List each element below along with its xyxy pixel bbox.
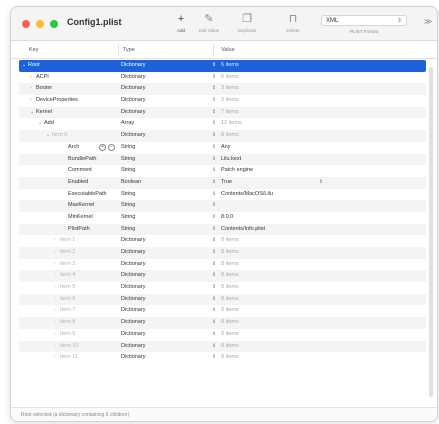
status-bar: Root selected (a dictionary containing 6…	[11, 407, 437, 421]
chevron-updown-icon[interactable]: ⇕	[212, 259, 216, 271]
chevron-updown-icon[interactable]: ⇕	[212, 72, 216, 84]
chevron-updown-icon[interactable]: ⇕	[212, 165, 216, 177]
edit-value-button[interactable]: ✎ Edit Value	[189, 13, 229, 33]
plist-format-select[interactable]: XML ⇕	[321, 15, 407, 26]
close-button[interactable]	[22, 20, 30, 28]
chevron-updown-icon[interactable]: ⇕	[212, 270, 216, 282]
column-value-header[interactable]: Value	[221, 47, 235, 53]
table-row[interactable]: MaxKernel String ⇕	[19, 200, 426, 212]
column-type-header[interactable]: Type	[123, 47, 135, 53]
chevron-updown-icon[interactable]: ⇕	[212, 224, 216, 236]
table-row[interactable]: › Booter Dictionary ⇕ 3 items	[19, 83, 426, 96]
chevron-updown-icon[interactable]: ⇕	[212, 282, 216, 294]
plist-editor-window: Config1.plist + Add ✎ Edit Value ❐ Dupli…	[10, 6, 438, 422]
chevron-updown-icon[interactable]: ⇕	[212, 189, 216, 201]
chevron-updown-icon[interactable]: ⇕	[212, 329, 216, 341]
toolbar-overflow-button[interactable]: ≫	[424, 17, 432, 26]
chevron-updown-icon[interactable]: ⇕	[212, 142, 216, 154]
chevron-updown-icon[interactable]: ⇕	[212, 212, 216, 224]
remove-row-icon[interactable]: −	[108, 143, 115, 151]
table-row[interactable]: ExecutablePath String ⇕ Contents/MacOS/L…	[19, 189, 426, 201]
chevron-updown-icon[interactable]: ⇕	[212, 177, 216, 189]
table-row[interactable]: › Item 5 Dictionary ⇕ 8 items	[19, 282, 426, 294]
table-row[interactable]: ⌄ Root Dictionary ⇕ 6 items	[19, 60, 426, 72]
chevron-updown-icon[interactable]: ⇕	[212, 352, 216, 364]
boolean-stepper-icon[interactable]: ⇕	[319, 177, 323, 189]
table-row[interactable]: › Item 10 Dictionary ⇕ 8 items	[19, 340, 426, 353]
chevron-updown-icon[interactable]: ⇕	[212, 130, 216, 142]
chevron-updown-icon[interactable]: ⇕	[212, 200, 216, 212]
table-row[interactable]: Comment String ⇕ Patch engine	[19, 165, 426, 177]
chevron-updown-icon[interactable]: ⇕	[212, 118, 216, 130]
zoom-button[interactable]	[50, 20, 58, 28]
duplicate-icon: ❐	[242, 13, 252, 25]
row-edit-buttons: + −	[99, 143, 115, 151]
table-row[interactable]: PlistPath String ⇕ Contents/Info.plist	[19, 223, 426, 236]
duplicate-button[interactable]: ❐ Duplicate	[227, 13, 267, 33]
table-row[interactable]: ⌄ Item 0 Dictionary ⇕ 8 items	[19, 130, 426, 142]
minimize-button[interactable]	[36, 20, 44, 28]
table-row[interactable]: › Item 1 Dictionary ⇕ 8 items	[19, 235, 426, 247]
chevron-updown-icon[interactable]: ⇕	[212, 247, 216, 259]
table-row[interactable]: › ACPI Dictionary ⇕ 6 items	[19, 72, 426, 84]
chevron-updown-icon[interactable]: ⇕	[212, 294, 216, 306]
window-controls	[22, 20, 58, 28]
table-row[interactable]: › Item 9 Dictionary ⇕ 8 items	[19, 329, 426, 341]
table-row[interactable]: MinKernel String ⇕ 8.0.0	[19, 212, 426, 224]
table-row[interactable]: Enabled Boolean ⇕ True ⇕	[19, 176, 426, 189]
column-header: Key Type Value	[11, 41, 437, 59]
delete-button[interactable]: ⊓ Delete	[273, 13, 313, 33]
table-row[interactable]: › Item 3 Dictionary ⇕ 8 items	[19, 259, 426, 271]
table-row[interactable]: Arch + − String ⇕ Any	[19, 142, 426, 154]
chevron-updown-icon[interactable]: ⇕	[212, 317, 216, 329]
chevron-updown-icon[interactable]: ⇕	[212, 154, 216, 166]
chevron-updown-icon[interactable]: ⇕	[212, 95, 216, 107]
pencil-icon: ✎	[204, 13, 214, 25]
table-row[interactable]: › Item 4 Dictionary ⇕ 8 items	[19, 270, 426, 283]
chevron-updown-icon[interactable]: ⇕	[212, 305, 216, 317]
vertical-scrollbar[interactable]	[429, 67, 433, 397]
chevron-updown-icon[interactable]: ⇕	[212, 341, 216, 353]
chevron-updown-icon[interactable]: ⇕	[212, 60, 216, 72]
plist-outline: ⌄ Root Dictionary ⇕ 6 items › ACPI Diction…	[19, 60, 426, 364]
add-row-icon[interactable]: +	[99, 143, 106, 151]
table-row[interactable]: › DeviceProperties Dictionary ⇕ 2 items	[19, 95, 426, 107]
table-row[interactable]: ⌄ Kernel Dictionary ⇕ 7 items	[19, 106, 426, 119]
chevron-updown-icon[interactable]: ⇕	[212, 83, 216, 95]
chevron-updown-icon: ⇕	[396, 18, 402, 24]
toolbar: Config1.plist + Add ✎ Edit Value ❐ Dupli…	[11, 7, 437, 41]
table-row[interactable]: › Item 7 Dictionary ⇕ 8 items	[19, 305, 426, 317]
table-row[interactable]: › Item 2 Dictionary ⇕ 8 items	[19, 247, 426, 259]
table-row[interactable]: ⌄ Add Array ⇕ 12 items	[19, 118, 426, 130]
table-row[interactable]: › Item 11 Dictionary ⇕ 8 items	[19, 352, 426, 364]
table-row[interactable]: BundlePath String ⇕ Lilu.kext	[19, 153, 426, 166]
table-row[interactable]: › Item 6 Dictionary ⇕ 8 items	[19, 293, 426, 306]
column-key-header[interactable]: Key	[29, 47, 38, 53]
window-title: Config1.plist	[67, 17, 122, 27]
chevron-updown-icon[interactable]: ⇕	[212, 107, 216, 119]
table-row[interactable]: › Item 8 Dictionary ⇕ 8 items	[19, 317, 426, 329]
chevron-updown-icon[interactable]: ⇕	[212, 235, 216, 247]
plist-format-label: PLIST Format	[350, 29, 378, 34]
trash-icon: ⊓	[288, 13, 298, 25]
